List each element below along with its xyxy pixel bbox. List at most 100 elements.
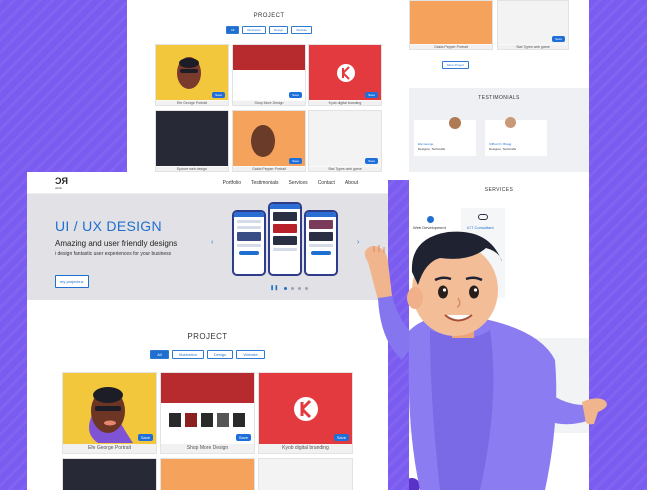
right-save-button[interactable]: Save [552, 36, 565, 42]
contact-title: CONTACT [439, 344, 466, 350]
service-label: Web Development [413, 225, 446, 230]
filter-website[interactable]: Website [236, 350, 265, 359]
back-card-gaida[interactable]: Save Gaida Pepper Portrait [232, 110, 306, 172]
about-line: Profession: UX Web Developer / UX Icon /… [453, 479, 546, 486]
card-caption: Shop More Design [161, 444, 254, 453]
testimonials-title: TESTIMONIALS [478, 95, 520, 101]
project-title: PROJECT [187, 332, 228, 341]
phone-mockup-3 [304, 210, 338, 276]
more-project-button[interactable]: More Project [442, 61, 470, 69]
filter-illustration[interactable]: Illustration [171, 350, 204, 359]
avatar [505, 117, 516, 128]
about-avatar [409, 478, 420, 490]
about-title: ABOUT [439, 447, 459, 453]
card-shop-more[interactable]: Save Shop More Design [160, 372, 255, 454]
filter-design[interactable]: Design [206, 350, 234, 359]
testimonial-role: Designer, Techcrafts [489, 147, 517, 151]
card-caption: Efe George Portrait [63, 444, 156, 453]
hero-title: UI / UX DESIGN [55, 218, 162, 234]
right-card-gaida[interactable]: Gaida Pepper Portrait [409, 0, 493, 50]
back-card-epoure[interactable]: Epoure web design [155, 110, 229, 172]
contact-section: CONTACT [409, 338, 589, 433]
slider-next-icon[interactable]: › [357, 239, 359, 246]
card-caption: Efe George Portrait [156, 101, 228, 105]
back-right-mockup: Gaida Pepper Portrait Save Stat Types we… [409, 0, 589, 490]
front-site-mockup: ƆЯ olrick Portfolio Testimonials Service… [27, 172, 388, 490]
nav-contact[interactable]: Contact [318, 180, 335, 186]
web-design-thumbnail [63, 459, 156, 490]
stat-thumbnail [259, 459, 352, 490]
my-projects-button[interactable]: my projects ▸ [55, 275, 89, 288]
slide-dot[interactable] [298, 286, 302, 290]
gaida-thumbnail [410, 1, 492, 44]
back-filter-website[interactable]: Website [291, 26, 313, 34]
pause-icon[interactable]: ❚❚ [270, 285, 278, 291]
site-logo-subtext: olrick [55, 186, 63, 190]
nav-testimonials[interactable]: Testimonials [251, 180, 279, 186]
back-filter-design[interactable]: Design [268, 26, 289, 34]
card-caption: Gaida Pepper Portrait [410, 45, 492, 49]
back-project-mockup: PROJECT All Illustration Design Website … [127, 0, 411, 180]
hero-tagline: i design fantastic user experiences for … [55, 251, 172, 257]
avatar [449, 117, 461, 129]
right-top-strip: Gaida Pepper Portrait Save Stat Types we… [409, 0, 589, 88]
back-save-button[interactable]: Save [365, 158, 378, 164]
web-design-thumbnail [156, 111, 228, 166]
back-save-button[interactable]: Save [289, 92, 302, 98]
service-label: ICT Consultant [467, 225, 494, 230]
back-filter-all[interactable]: All [225, 26, 240, 34]
contact-map [449, 358, 535, 418]
back-save-button[interactable]: Save [365, 92, 378, 98]
card-efe-portrait[interactable]: Save Efe George Portrait [62, 372, 157, 454]
testimonial-card: Clifford O. Bragg Designer, Techcrafts [485, 120, 547, 156]
nav-portfolio[interactable]: Portfolio [223, 180, 241, 186]
gaida-thumbnail [161, 459, 254, 490]
back-project-filters: All Illustration Design Website [127, 26, 411, 34]
nav-services[interactable]: Services [289, 180, 308, 186]
slide-dot[interactable] [305, 286, 309, 290]
map-illustration [449, 358, 535, 418]
save-button[interactable]: Save [333, 434, 349, 441]
slider-prev-icon[interactable]: ‹ [211, 239, 213, 246]
card-row2-portrait[interactable] [160, 458, 255, 490]
card-caption: Shop More Design [233, 101, 305, 105]
card-row2-web[interactable] [62, 458, 157, 490]
card-caption: Epoure web design [156, 167, 228, 171]
back-card-efe[interactable]: Save Efe George Portrait [155, 44, 229, 106]
phone-mockup-1 [232, 210, 266, 276]
back-card-stat[interactable]: Save Stat Types web game [308, 110, 382, 172]
save-button[interactable]: Save [235, 434, 251, 441]
back-card-shopmore[interactable]: Save Shop More Design [232, 44, 306, 106]
save-button[interactable]: Save [137, 434, 153, 441]
services-title: SERVICES [484, 187, 514, 193]
service-card: Web Development [413, 208, 457, 280]
about-details: Name: Efe Daniel Asol Job: Illustrator D… [453, 467, 553, 487]
back-save-button[interactable]: Save [212, 92, 225, 98]
testimonial-card: Efe George Designer, Techcrafts [414, 120, 476, 156]
nav-links: Portfolio Testimonials Services Contact … [223, 180, 358, 186]
service-card: ICT Consultant [461, 208, 505, 298]
back-project-title: PROJECT [253, 13, 285, 19]
site-logo[interactable]: ƆЯ [55, 176, 68, 186]
card-kyob-branding[interactable]: Save Kyob digital branding [258, 372, 353, 454]
right-card-stat[interactable]: Save Stat Types web game [497, 0, 569, 50]
back-card-kyob[interactable]: Save Kyob digital branding [308, 44, 382, 106]
filter-all[interactable]: All [150, 350, 169, 359]
slide-dot[interactable] [291, 286, 295, 290]
slide-dot[interactable] [284, 286, 288, 290]
testimonials-section: TESTIMONIALS Efe George Designer, Techcr… [409, 88, 589, 172]
consultant-icon [478, 214, 488, 220]
globe-icon [427, 216, 434, 223]
project-filters: All Illustration Design Website [27, 350, 388, 359]
card-caption: Kyob digital branding [259, 444, 352, 453]
nav-about[interactable]: About [345, 180, 358, 186]
phone-mockup-2 [268, 202, 302, 276]
card-row2-game[interactable] [258, 458, 353, 490]
back-save-button[interactable]: Save [289, 158, 302, 164]
card-caption: Gaida Pepper Portrait [233, 167, 305, 171]
testimonial-name: Clifford O. Bragg [489, 142, 512, 146]
navbar: ƆЯ olrick Portfolio Testimonials Service… [27, 172, 388, 194]
card-caption: Stat Types web game [498, 45, 568, 49]
back-filter-illustration[interactable]: Illustration [242, 26, 266, 34]
testimonial-role: Designer, Techcrafts [418, 147, 446, 151]
